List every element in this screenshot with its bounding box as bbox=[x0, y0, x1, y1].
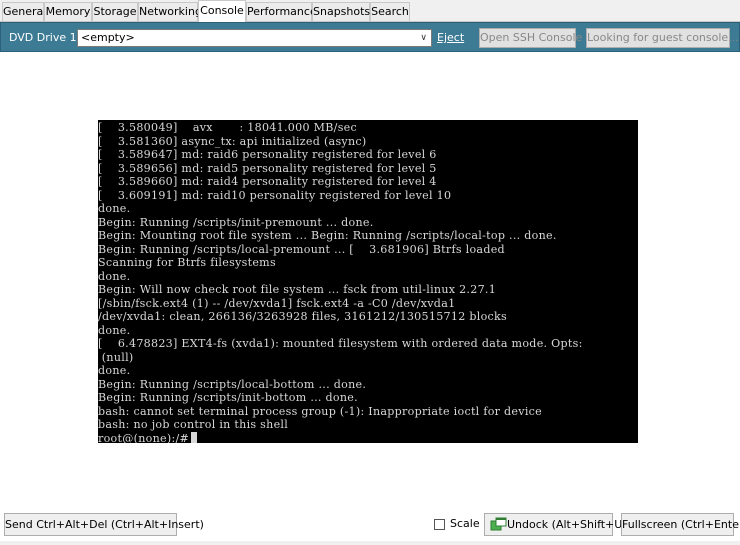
terminal-line: [ 3.580049] avx : 18041.000 MB/sec bbox=[98, 121, 358, 134]
terminal-line: Begin: Running /scripts/local-premount .… bbox=[98, 242, 505, 256]
terminal-line: [ 3.589660] md: raid4 personality regist… bbox=[98, 175, 437, 188]
dvd-drive-value: <empty> bbox=[81, 31, 135, 44]
terminal-line: done. bbox=[98, 202, 131, 215]
undock-button[interactable]: Undock (Alt+Shift+U) bbox=[484, 513, 627, 536]
terminal-line: /dev/xvda1: clean, 266136/3263928 files,… bbox=[98, 310, 507, 323]
tab-snapshots[interactable]: Snapshots bbox=[312, 2, 370, 21]
undock-label: Undock (Alt+Shift+U) bbox=[507, 518, 627, 531]
tab-performance[interactable]: Performance bbox=[246, 2, 317, 21]
terminal-line: [ 3.581360] async_tx: api initialized (a… bbox=[98, 134, 367, 148]
fullscreen-button[interactable]: Fullscreen (Ctrl+Enter) bbox=[621, 513, 740, 536]
scale-label: Scale bbox=[450, 517, 480, 530]
terminal-line: Begin: Running /scripts/local-bottom ...… bbox=[98, 377, 367, 391]
terminal-line: done. bbox=[98, 364, 131, 377]
terminal-output: [ 3.580049] avx : 18041.000 MB/sec[ 3.58… bbox=[98, 121, 638, 432]
terminal-line: [ 3.589656] md: raid5 personality regist… bbox=[98, 161, 437, 175]
terminal-line: Begin: Mounting root file system ... Beg… bbox=[98, 229, 557, 242]
chevron-down-icon: ∨ bbox=[420, 33, 427, 43]
tab-storage[interactable]: Storage bbox=[92, 2, 138, 21]
terminal-cursor bbox=[191, 431, 198, 443]
undock-icon bbox=[490, 517, 507, 531]
terminal-line: Begin: Will now check root file system .… bbox=[98, 283, 497, 296]
terminal-line: Begin: Running /scripts/init-bottom ... … bbox=[98, 391, 358, 404]
terminal-line: done. bbox=[98, 269, 131, 283]
terminal-line: [ 6.478823] EXT4-fs (xvda1): mounted fil… bbox=[98, 337, 583, 350]
terminal-line: Scanning for Btrfs filesystems bbox=[98, 256, 276, 269]
tab-general[interactable]: General bbox=[2, 2, 46, 21]
terminal-prompt-line: root@(none):/# bbox=[98, 431, 638, 444]
bottom-border bbox=[0, 541, 740, 545]
console-toolbar: DVD Drive 1: <empty> ∨ Eject Open SSH Co… bbox=[0, 22, 740, 52]
dvd-drive-select[interactable]: <empty> ∨ bbox=[77, 29, 432, 47]
dvd-drive-label: DVD Drive 1: bbox=[9, 31, 81, 44]
open-ssh-console-button[interactable]: Open SSH Console bbox=[479, 28, 582, 48]
send-ctrl-alt-del-button[interactable]: Send Ctrl+Alt+Del (Ctrl+Alt+Insert) bbox=[4, 513, 204, 536]
tab-search[interactable]: Search bbox=[370, 2, 410, 21]
scale-checkbox[interactable] bbox=[434, 519, 445, 530]
terminal-prompt: root@(none):/# bbox=[98, 431, 190, 444]
guest-console-button[interactable]: Looking for guest console... bbox=[586, 28, 739, 48]
terminal-line: bash: no job control in this shell bbox=[98, 418, 289, 431]
terminal-line: Begin: Running /scripts/init-premount ..… bbox=[98, 215, 374, 229]
terminal-line: [ 3.589647] md: raid6 personality regist… bbox=[98, 148, 437, 161]
terminal-line: [ 3.609191] md: raid10 personality regis… bbox=[98, 188, 452, 202]
terminal-line: bash: cannot set terminal process group … bbox=[98, 404, 542, 418]
tab-networking[interactable]: Networking bbox=[138, 2, 202, 21]
eject-link[interactable]: Eject bbox=[437, 31, 464, 44]
terminal-line: (null) bbox=[98, 350, 134, 364]
terminal-line: done. bbox=[98, 323, 131, 337]
terminal-line: [/sbin/fsck.ext4 (1) -- /dev/xvda1] fsck… bbox=[98, 296, 456, 310]
tab-memory[interactable]: Memory bbox=[44, 2, 92, 21]
tab-strip: General Memory Storage Networking Consol… bbox=[0, 0, 740, 22]
tab-console[interactable]: Console bbox=[198, 0, 246, 22]
console-terminal[interactable]: [ 3.580049] avx : 18041.000 MB/sec[ 3.58… bbox=[98, 120, 638, 443]
